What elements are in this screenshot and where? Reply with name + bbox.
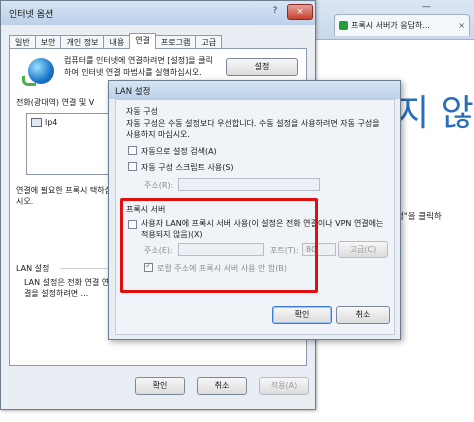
dialog-title: LAN 설정 [115,87,151,97]
tab-programs[interactable]: 프로그램 [154,35,197,49]
auto-script-label: 자동 구성 스크립트 사용(S) [141,163,234,172]
connection-name: lp4 [45,118,58,127]
close-button[interactable]: × [287,4,313,20]
auto-script-checkbox[interactable] [128,162,137,171]
auto-config-description: 자동 구성은 수동 설정보다 우선합니다. 수동 설정을 사용하려면 자동 구성… [126,119,380,139]
tab-security[interactable]: 보안 [34,35,62,49]
window-title: 인터넷 옵션 [9,10,54,20]
help-button[interactable]: ? [267,6,283,20]
apply-button[interactable]: 적용(A) [259,377,309,395]
error-page-text: 정"을 클릭하 [396,212,442,222]
page-icon [339,21,348,30]
cancel-button[interactable]: 취소 [336,306,390,324]
auto-config-group-label: 자동 구성 [126,107,158,116]
cancel-button[interactable]: 취소 [197,377,247,395]
auto-detect-checkbox[interactable] [128,146,137,155]
auto-detect-label: 자동으로 설정 검색(A) [141,147,217,156]
tab-general[interactable]: 일반 [9,35,36,49]
lan-section-label: LAN 설정 [16,264,50,273]
setup-description: 컴퓨터를 인터넷에 연결하려면 [설정]을 클릭하여 인터넷 연결 마법사를 실… [64,56,213,77]
proxy-note: 연결에 필요한 프록시 택하십시오. [16,186,112,206]
tab-privacy[interactable]: 개인 정보 [60,35,105,49]
tab-connections[interactable]: 연결 [129,33,156,49]
script-address-label: 주소(R): [144,181,174,190]
browser-tab-label: 프록시 서버가 응답하... [351,21,430,30]
script-address-input[interactable] [178,178,320,191]
network-icon [31,118,42,127]
close-icon[interactable]: × [458,21,465,30]
list-item[interactable]: lp4 [31,118,57,127]
highlight-box [120,198,318,293]
minimize-button[interactable]: — [422,2,431,12]
lan-description: LAN 설정은 전화 연결 연결을 설정하려면 ... [24,278,110,298]
error-page-heading: 지 않 [396,93,474,134]
setup-button[interactable]: 설정 [226,58,298,76]
dialog-titlebar[interactable]: LAN 설정 [109,81,400,99]
browser-tab[interactable]: 프록시 서버가 응답하... × [334,14,470,36]
cable-icon [22,76,36,86]
ok-button[interactable]: 확인 [272,306,332,324]
tab-advanced[interactable]: 고급 [195,35,223,49]
window-titlebar[interactable]: 인터넷 옵션 ? × [1,1,315,25]
advanced-button[interactable]: 고급(C) [338,241,388,258]
browser-tab-bar: — 프록시 서버가 응답하... × [310,0,474,40]
tab-strip: 일반 보안 개인 정보 내용 연결 프로그램 고급 [9,33,223,49]
dialup-label: 전화(광대역) 연결 및 V [16,98,95,107]
tab-content[interactable]: 내용 [103,35,131,49]
ok-button[interactable]: 확인 [135,377,185,395]
